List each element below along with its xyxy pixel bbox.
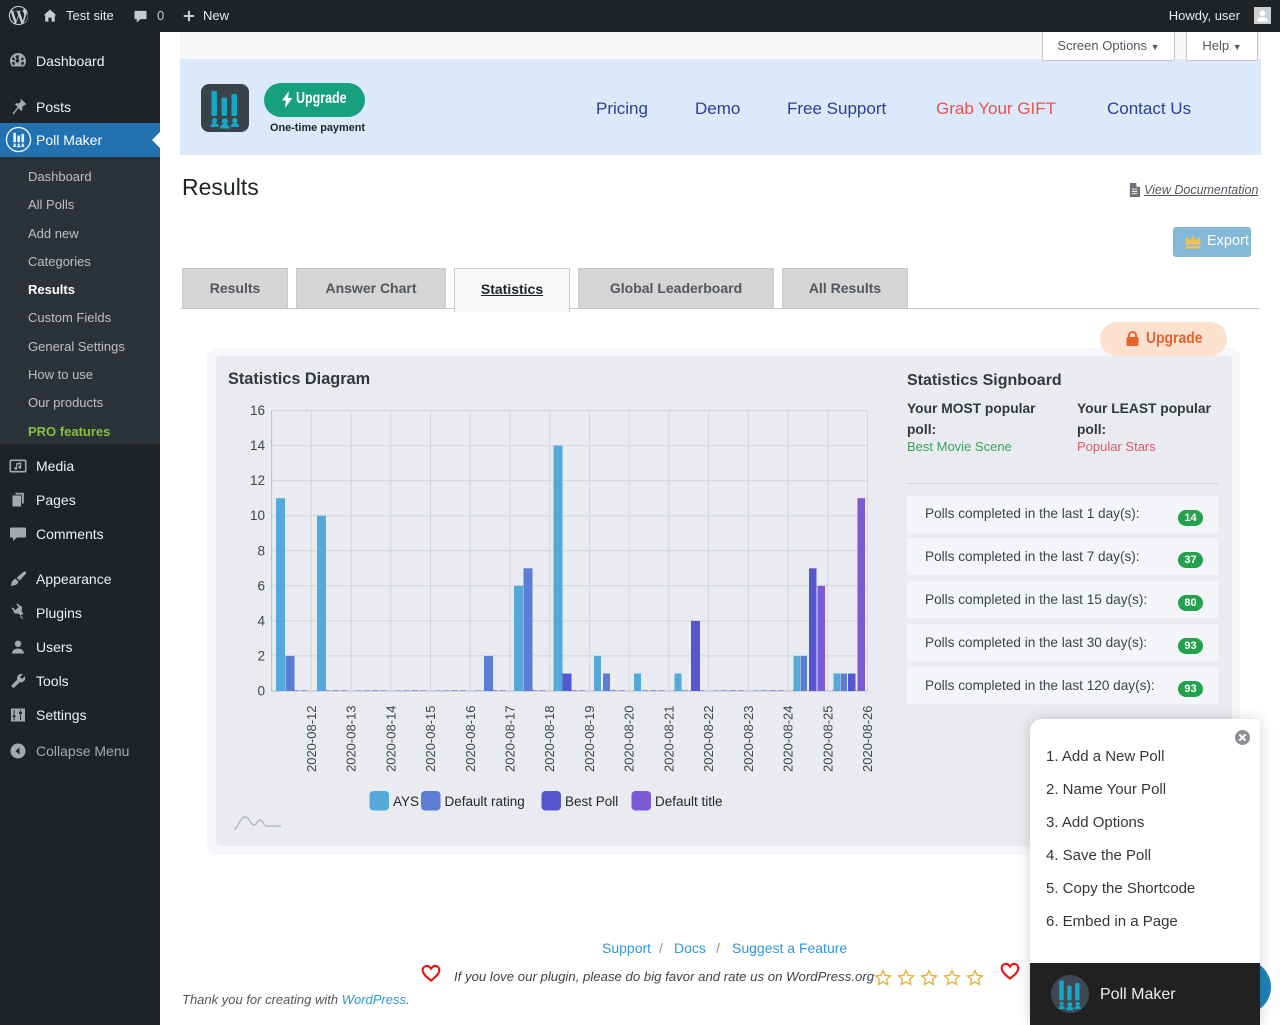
svg-text:6: 6 <box>257 578 265 593</box>
svg-text:2020-08-13: 2020-08-13 <box>344 706 359 773</box>
svg-text:12: 12 <box>250 473 265 488</box>
svg-text:16: 16 <box>250 403 265 418</box>
svg-text:Best Poll: Best Poll <box>565 794 618 809</box>
svg-text:2020-08-20: 2020-08-20 <box>622 706 637 773</box>
svg-text:2: 2 <box>257 648 265 663</box>
svg-text:0: 0 <box>257 684 265 699</box>
svg-text:2020-08-23: 2020-08-23 <box>741 706 756 773</box>
svg-text:4: 4 <box>257 613 265 628</box>
svg-text:2020-08-12: 2020-08-12 <box>304 706 319 773</box>
svg-text:14: 14 <box>250 438 266 453</box>
svg-text:8: 8 <box>257 543 265 558</box>
svg-text:Default rating: Default rating <box>445 794 525 809</box>
svg-text:2020-08-19: 2020-08-19 <box>582 706 597 773</box>
svg-text:Default title: Default title <box>655 794 723 809</box>
svg-text:2020-08-18: 2020-08-18 <box>542 706 557 773</box>
svg-text:2020-08-14: 2020-08-14 <box>383 706 398 773</box>
svg-text:2020-08-24: 2020-08-24 <box>781 706 796 773</box>
svg-text:2020-08-17: 2020-08-17 <box>503 706 518 773</box>
svg-text:2020-08-26: 2020-08-26 <box>860 706 875 773</box>
svg-text:AYS: AYS <box>393 794 419 809</box>
svg-text:2020-08-15: 2020-08-15 <box>423 706 438 773</box>
svg-text:2020-08-21: 2020-08-21 <box>661 706 676 773</box>
svg-text:2020-08-22: 2020-08-22 <box>701 706 716 773</box>
svg-text:2020-08-25: 2020-08-25 <box>820 706 835 773</box>
svg-text:2020-08-16: 2020-08-16 <box>463 706 478 773</box>
svg-text:10: 10 <box>250 508 265 523</box>
